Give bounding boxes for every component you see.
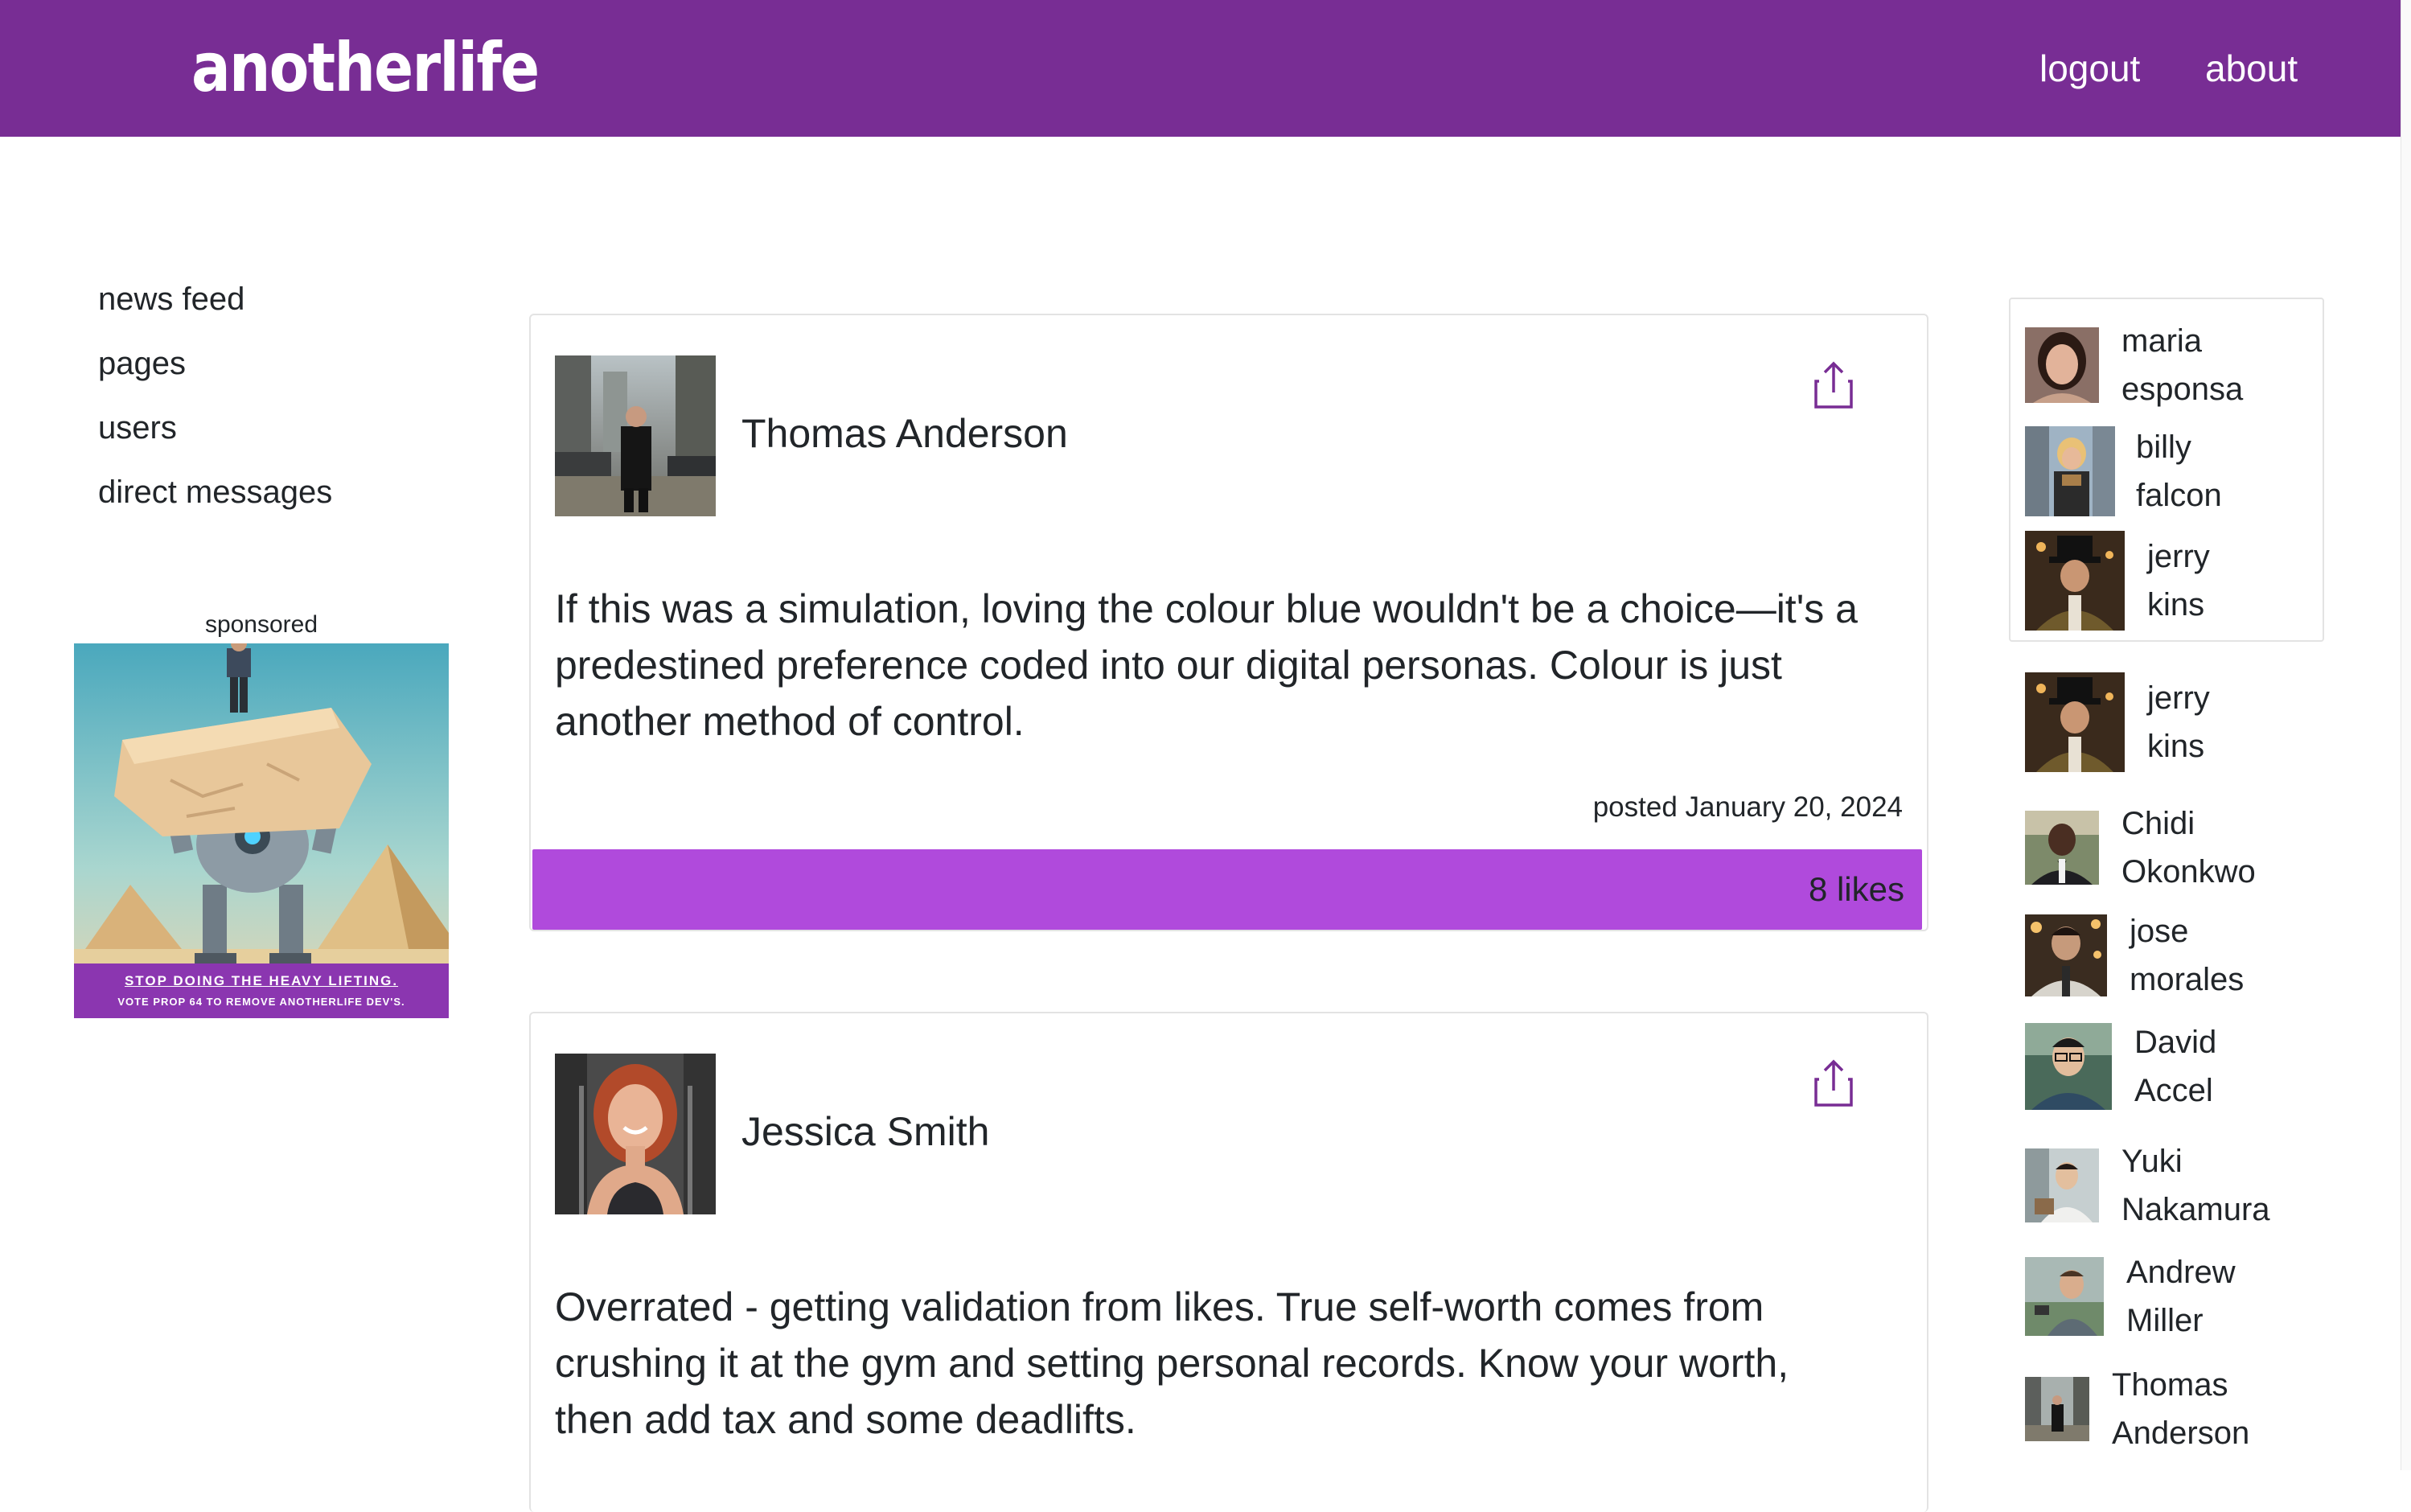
brand-logo[interactable]: anotherlife [191, 27, 540, 108]
user-first-name: Thomas [2112, 1367, 2228, 1403]
user-item[interactable]: jose morales [2025, 907, 2244, 1004]
likes-bar[interactable]: 8 likes [532, 849, 1922, 930]
user-avatar [2025, 914, 2107, 996]
sidebar-item-news-feed[interactable]: news feed [98, 281, 244, 318]
avatar-photo [555, 1054, 716, 1214]
user-last-name: Okonkwo [2121, 854, 2256, 890]
user-item[interactable]: Andrew Miller [2025, 1248, 2236, 1345]
user-first-name: billy [2136, 429, 2191, 465]
user-item[interactable]: Chidi Okonkwo [2025, 799, 2256, 896]
post-body: Overrated - getting validation from like… [555, 1284, 1789, 1442]
author-avatar[interactable] [555, 355, 716, 516]
user-last-name: Accel [2134, 1073, 2213, 1108]
user-avatar [2025, 811, 2099, 885]
user-first-name: David [2134, 1025, 2217, 1060]
user-avatar [2025, 1377, 2089, 1441]
share-icon[interactable] [1813, 1058, 1854, 1108]
user-avatar [2025, 327, 2099, 403]
share-icon[interactable] [1813, 360, 1854, 410]
user-last-name: kins [2147, 729, 2205, 764]
user-avatar [2025, 1148, 2099, 1222]
user-item[interactable]: Thomas Anderson [2025, 1361, 2249, 1457]
author-avatar[interactable] [555, 1054, 716, 1214]
user-first-name: maria [2121, 323, 2203, 359]
user-first-name: jerry [2147, 680, 2210, 716]
user-item[interactable]: jerry kins [2025, 531, 2210, 631]
ad-caption: STOP DOING THE HEAVY LIFTING. VOTE PROP … [74, 963, 449, 1018]
user-item[interactable]: Yuki Nakamura [2025, 1137, 2270, 1234]
about-link[interactable]: about [2205, 40, 2298, 97]
user-avatar [2025, 1023, 2112, 1110]
user-first-name: Yuki [2121, 1144, 2183, 1179]
ad-subline: VOTE PROP 64 TO REMOVE ANOTHERLIFE DEV'S… [117, 996, 405, 1008]
user-item[interactable]: David Accel [2025, 1018, 2216, 1115]
user-last-name: Miller [2126, 1303, 2204, 1338]
page-scrollbar[interactable] [2401, 0, 2411, 1470]
user-last-name: Anderson [2112, 1415, 2250, 1451]
user-first-name: jose [2130, 914, 2189, 949]
user-last-name: kins [2147, 587, 2205, 622]
likes-count: 8 likes [1808, 870, 1904, 908]
avatar-photo [555, 355, 716, 516]
user-last-name: morales [2130, 962, 2245, 997]
ad-headline: STOP DOING THE HEAVY LIFTING. [124, 973, 399, 988]
user-first-name: Chidi [2121, 806, 2195, 841]
top-navbar: anotherlife logout about [0, 0, 2401, 137]
user-last-name: Nakamura [2121, 1192, 2270, 1227]
post-body: If this was a simulation, loving the col… [555, 586, 1858, 744]
user-avatar [2025, 672, 2125, 772]
logout-link[interactable]: logout [2039, 40, 2140, 97]
user-avatar [2025, 531, 2125, 631]
user-first-name: jerry [2147, 539, 2210, 574]
sidebar-item-direct-messages[interactable]: direct messages [98, 475, 332, 511]
user-item[interactable]: maria esponsa [2025, 317, 2243, 413]
user-last-name: falcon [2136, 478, 2222, 513]
sidebar-item-pages[interactable]: pages [98, 346, 186, 382]
post-card: Thomas Anderson If this was a simulation… [529, 314, 1928, 931]
post-author-name[interactable]: Jessica Smith [741, 1108, 989, 1155]
post-card: Jessica Smith Overrated - getting valida… [529, 1012, 1928, 1512]
sidebar-item-users[interactable]: users [98, 410, 177, 446]
sponsored-ad[interactable]: STOP DOING THE HEAVY LIFTING. VOTE PROP … [74, 643, 449, 1018]
user-item[interactable]: jerry kins [2025, 672, 2210, 772]
ad-illustration [74, 643, 449, 1018]
post-date: posted January 20, 2024 [1592, 791, 1903, 823]
sponsored-label: sponsored [204, 611, 318, 638]
user-item[interactable]: billy falcon [2025, 423, 2222, 520]
user-avatar [2025, 426, 2115, 516]
user-last-name: esponsa [2121, 372, 2244, 407]
user-first-name: Andrew [2126, 1255, 2236, 1290]
post-author-name[interactable]: Thomas Anderson [741, 410, 1068, 457]
user-avatar [2025, 1257, 2104, 1336]
